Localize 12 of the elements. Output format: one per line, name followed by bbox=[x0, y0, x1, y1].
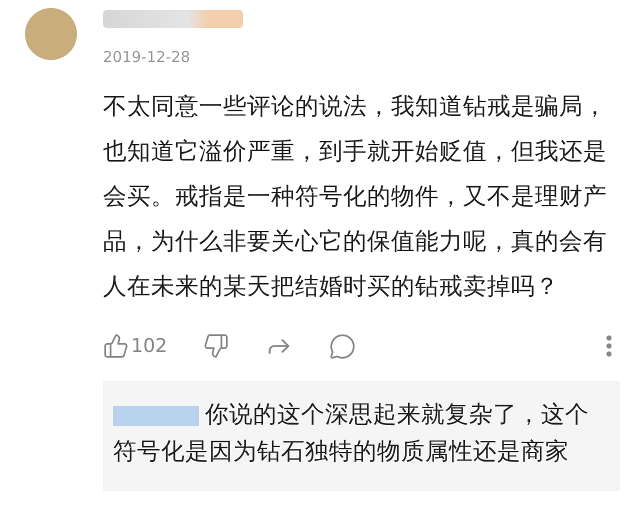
reply-button[interactable] bbox=[329, 332, 356, 360]
more-button[interactable] bbox=[606, 335, 612, 357]
thumbs-up-icon bbox=[103, 333, 129, 359]
like-button[interactable]: 102 bbox=[103, 332, 168, 360]
avatar-placeholder bbox=[25, 8, 77, 60]
comment-date: 2019-12-28 bbox=[103, 48, 192, 66]
dislike-button[interactable] bbox=[203, 333, 230, 359]
comment-icon bbox=[329, 332, 356, 360]
thumbs-down-icon bbox=[203, 333, 230, 359]
more-icon bbox=[606, 335, 612, 357]
reply-text: 你说的这个深思起来就复杂了，这个符号化是因为钻石独特的物质属性还是商家 bbox=[113, 399, 590, 467]
comment-text: 不太同意一些评论的说法，我知道钻戒是骗局，也知道它溢价严重，到手就开始贬值，但我还是会买。戒指是一种符号化的物件，又不是理财产品，为什么非要关心它的保值能力呢，真的会有人在未来的某天把结婚时买的钻戒卖掉吗？ bbox=[103, 91, 608, 302]
